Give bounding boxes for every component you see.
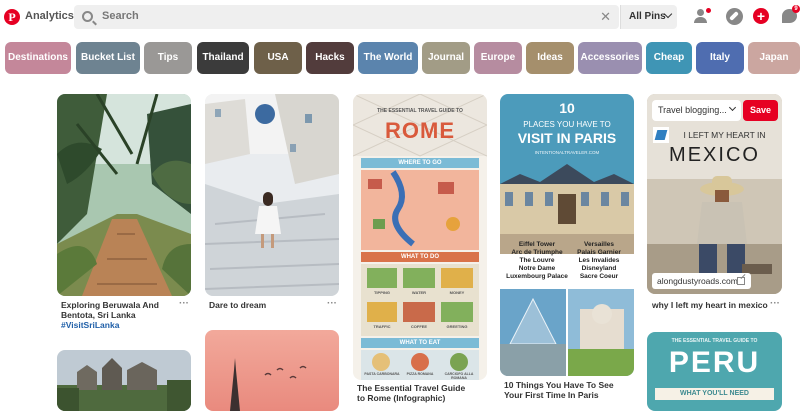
rome-do-item: GREETING [446, 324, 468, 329]
pin-image-eiffel-sunset[interactable] [205, 330, 339, 411]
rome-eat-item: CARCIOFO ALLA ROMANA [444, 372, 474, 380]
clear-icon[interactable]: ✕ [600, 9, 611, 25]
rome-do-item: COFFEE [410, 324, 428, 329]
paris-line2: VISIT IN PARIS [517, 130, 617, 146]
paris-places-right: Versailles Palais Garnier Les Invalides … [568, 241, 630, 281]
paris-place: Arc de Triumphe [511, 249, 563, 256]
peru-section: WHAT YOU'LL NEED [680, 390, 749, 397]
chevron-down-icon [728, 103, 737, 112]
paris-place: The Louvre [519, 257, 555, 264]
pin-caption-dream[interactable]: Dare to dream [209, 300, 321, 310]
add-pin-icon[interactable]: + [753, 8, 769, 24]
pin-image-rome-infographic[interactable]: THE ESSENTIAL TRAVEL GUIDE TO ROME WHERE… [353, 94, 487, 380]
search-scope-label: All Pins [629, 11, 666, 22]
pin-caption-text: Exploring Beruwala And Bentota, Sri Lank… [61, 300, 159, 320]
pinterest-logo-icon[interactable]: P [4, 9, 20, 25]
more-options-icon[interactable]: ··· [179, 298, 189, 309]
pin-image-santorini[interactable] [205, 94, 339, 296]
chip-usa[interactable]: USA [254, 42, 302, 74]
chip-hacks[interactable]: Hacks [306, 42, 354, 74]
rome-kicker: THE ESSENTIAL TRAVEL GUIDE TO [377, 108, 463, 114]
pin-caption-mexico[interactable]: why I left my heart in mexico [652, 300, 772, 310]
paris-places-left: Eiffel Tower Arc de Triumphe The Louvre … [506, 241, 568, 281]
chip-accessories[interactable]: Accessories [578, 42, 642, 74]
peru-section-banner: WHAT YOU'LL NEED [655, 388, 774, 400]
chip-japan[interactable]: Japan [748, 42, 800, 74]
paris-line1: PLACES YOU HAVE TO [523, 120, 611, 129]
search-input[interactable] [102, 10, 582, 22]
mexico-line1: I LEFT MY HEART IN [683, 130, 766, 140]
chip-italy[interactable]: Italy [696, 42, 744, 74]
board-select-label: Travel blogging... [658, 105, 727, 115]
paris-place: Les Invalides [578, 257, 620, 264]
top-bar: P Analytics ✕ All Pins + 9 [0, 0, 800, 34]
pin-caption-paris[interactable]: 10 Things You Have To See Your First Tim… [504, 380, 616, 400]
chip-cheap[interactable]: Cheap [646, 42, 692, 74]
people-icon[interactable] [694, 8, 711, 25]
category-bar: Destinations Bucket List Tips Thailand U… [5, 42, 800, 75]
rome-do-item: TIPPING [373, 290, 390, 295]
chip-tips[interactable]: Tips [144, 42, 192, 74]
rome-title: ROME [385, 118, 455, 143]
external-link-icon[interactable] [737, 277, 745, 285]
pin-image-mexico[interactable]: I LEFT MY HEART IN MEXICO [647, 94, 782, 294]
rome-eat-item: PIZZA ROMANA [406, 372, 434, 376]
paris-place: Disneyland [581, 265, 617, 272]
rome-eat-item: PASTA CARBONARA [364, 372, 400, 376]
rome-what-to-do: WHAT TO DO [400, 254, 440, 260]
pin-image-paris[interactable]: 10 PLACES YOU HAVE TO VISIT IN PARIS INT… [500, 94, 634, 376]
notification-dot [706, 8, 711, 13]
rome-do-item: TRAFFIC [373, 324, 391, 329]
chip-europe[interactable]: Europe [474, 42, 522, 74]
mexico-line2: MEXICO [669, 144, 760, 166]
pin-caption-sri-lanka[interactable]: Exploring Beruwala And Bentota, Sri Lank… [61, 300, 173, 330]
chip-the-world[interactable]: The World [358, 42, 418, 74]
rome-do-item: MONEY [449, 290, 465, 295]
chip-bucket-list[interactable]: Bucket List [76, 42, 140, 74]
peru-kicker: THE ESSENTIAL TRAVEL GUIDE TO [671, 338, 758, 344]
pin-image-peru[interactable]: THE ESSENTIAL TRAVEL GUIDE TO PERU WHAT … [647, 332, 782, 411]
board-select-dropdown[interactable]: Travel blogging... [652, 100, 741, 121]
paris-place: Palais Garnier [577, 249, 621, 256]
chip-destinations[interactable]: Destinations [5, 42, 71, 74]
peru-title: PERU [668, 346, 761, 379]
save-button[interactable]: Save [743, 100, 778, 121]
pin-caption-rome[interactable]: The Essential Travel Guide to Rome (Info… [357, 383, 469, 403]
more-options-icon[interactable]: ··· [770, 298, 780, 309]
paris-site: INTENTIONALTRAVELER.COM [534, 150, 600, 155]
rome-where-to-go: WHERE TO GO [398, 160, 442, 166]
paris-place: Eiffel Tower [518, 241, 556, 248]
chat-badge: 9 [792, 5, 800, 13]
chip-thailand[interactable]: Thailand [197, 42, 249, 74]
chip-ideas[interactable]: Ideas [526, 42, 574, 74]
paris-place: Sacre Coeur [579, 273, 619, 280]
pin-image-castle[interactable] [57, 350, 191, 411]
paris-place: Notre Dame [518, 265, 556, 272]
search-icon [82, 11, 93, 22]
search-scope-dropdown[interactable]: All Pins [620, 5, 677, 29]
rome-do-item: WATER [411, 290, 427, 295]
hashtag-link[interactable]: #VisitSriLanka [61, 320, 119, 330]
pin-image-sri-lanka[interactable] [57, 94, 191, 296]
more-options-icon[interactable]: ··· [327, 298, 337, 309]
analytics-link[interactable]: Analytics [25, 10, 74, 22]
paris-place: Luxembourg Palace [506, 273, 568, 280]
chip-journal[interactable]: Journal [422, 42, 470, 74]
compass-icon[interactable] [726, 8, 743, 25]
paris-place: Versailles [584, 241, 614, 248]
search-bar[interactable]: ✕ [74, 5, 619, 29]
rome-what-to-eat: WHAT TO EAT [399, 340, 441, 346]
paris-number: 10 [559, 100, 575, 116]
